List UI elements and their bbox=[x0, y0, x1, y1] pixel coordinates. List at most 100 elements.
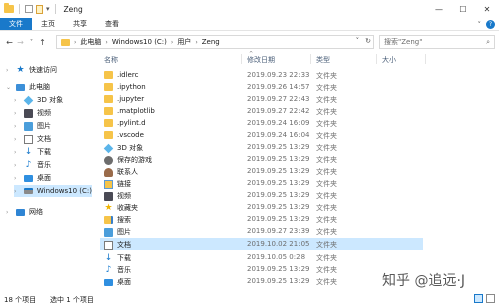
navigation-pane: › ★ 快速访问 ⌄ 此电脑 › 3D 对象 › 视频 › 图片 › 文档 › … bbox=[0, 56, 95, 288]
tab-home[interactable]: 主页 bbox=[32, 18, 64, 30]
close-button[interactable]: ✕ bbox=[475, 0, 499, 18]
sidebar-item-label: Windows10 (C:) bbox=[36, 187, 92, 195]
chevron-right-icon[interactable]: › bbox=[6, 209, 12, 216]
column-divider[interactable] bbox=[241, 54, 242, 64]
sidebar-item-label: 音乐 bbox=[37, 161, 51, 169]
table-row[interactable]: 链接 2019.09.25 13:29 文件夹 bbox=[100, 177, 423, 189]
chevron-right-icon[interactable]: › bbox=[14, 97, 20, 104]
chevron-right-icon[interactable]: › bbox=[6, 67, 12, 74]
view-toggle-group bbox=[474, 294, 495, 303]
table-row[interactable]: .ipython 2019.09.26 14:57 文件夹 bbox=[100, 81, 423, 93]
sidebar-item-videos[interactable]: › 视频 bbox=[14, 107, 92, 119]
back-button[interactable]: ← bbox=[4, 38, 15, 47]
breadcrumb-zeng[interactable]: Zeng bbox=[202, 38, 220, 46]
sidebar-item-3d-objects[interactable]: › 3D 对象 bbox=[14, 94, 92, 106]
table-row[interactable]: 保存的游戏 2019.09.25 13:29 文件夹 bbox=[100, 153, 423, 165]
file-date: 2019.09.24 16:09 bbox=[247, 119, 310, 127]
file-type: 文件夹 bbox=[316, 192, 337, 200]
column-header-size[interactable]: 大小 bbox=[382, 55, 396, 65]
file-name: 搜索 bbox=[117, 216, 131, 224]
desktop-icon bbox=[104, 278, 113, 286]
details-view-icon[interactable] bbox=[474, 294, 483, 303]
table-row[interactable]: 搜索 2019.09.25 13:29 文件夹 bbox=[100, 213, 423, 225]
file-type: 文件夹 bbox=[316, 120, 337, 128]
new-folder-icon[interactable] bbox=[36, 4, 43, 14]
refresh-icon[interactable]: ↻ bbox=[365, 37, 371, 45]
table-row[interactable]: .idlerc 2019.09.23 22:33 文件夹 bbox=[100, 69, 423, 81]
table-row[interactable]: .matplotlib 2019.09.27 22:42 文件夹 bbox=[100, 105, 423, 117]
chevron-right-icon[interactable]: › bbox=[14, 110, 20, 117]
table-row-selected[interactable]: 文档 2019.10.02 21:05 文件夹 bbox=[100, 238, 423, 250]
table-row[interactable]: .jupyter 2019.09.27 22:43 文件夹 bbox=[100, 93, 423, 105]
breadcrumb-users[interactable]: 用户 bbox=[177, 37, 191, 47]
column-header-date[interactable]: 修改日期 bbox=[247, 55, 275, 65]
window-controls: — ☐ ✕ bbox=[427, 0, 499, 18]
sidebar-item-this-pc[interactable]: ⌄ 此电脑 bbox=[6, 81, 92, 93]
address-bar[interactable]: › 此电脑 › Windows10 (C:) › 用户 › Zeng ˅ ↻ bbox=[56, 35, 374, 49]
customize-toolbar-chevron-icon[interactable]: ▾ bbox=[46, 5, 50, 13]
recent-locations-chevron-icon[interactable]: ˅ bbox=[26, 39, 37, 46]
sidebar-item-desktop[interactable]: › 桌面 bbox=[14, 172, 92, 184]
tab-file[interactable]: 文件 bbox=[0, 18, 32, 30]
large-icons-view-icon[interactable] bbox=[486, 294, 495, 303]
file-date: 2019.09.24 16:04 bbox=[247, 131, 310, 139]
music-icon: ♪ bbox=[105, 264, 112, 275]
saved-games-icon bbox=[104, 155, 113, 165]
file-type: 文件夹 bbox=[316, 108, 337, 116]
search-placeholder: 搜索"Zeng" bbox=[384, 38, 423, 46]
table-row[interactable]: 桌面 2019.09.25 13:29 文件夹 bbox=[100, 275, 423, 287]
sidebar-item-network[interactable]: › 网络 bbox=[6, 206, 92, 218]
sidebar-item-windows-drive[interactable]: › Windows10 (C:) bbox=[14, 185, 92, 197]
column-header-type[interactable]: 类型 bbox=[316, 55, 330, 65]
sidebar-item-label: 下载 bbox=[37, 148, 51, 156]
help-icon[interactable]: ? bbox=[486, 20, 495, 29]
chevron-right-icon[interactable]: › bbox=[14, 149, 20, 156]
table-row[interactable]: 视频 2019.09.25 13:29 文件夹 bbox=[100, 189, 423, 201]
chevron-right-icon[interactable]: › bbox=[14, 188, 20, 195]
file-date: 2019.09.25 13:29 bbox=[247, 143, 310, 151]
file-name: .idlerc bbox=[117, 71, 139, 79]
breadcrumb-drive[interactable]: Windows10 (C:) bbox=[112, 38, 167, 46]
table-row[interactable]: ↓ 下载 2019.10.05 0:28 文件夹 bbox=[100, 251, 423, 263]
table-row[interactable]: 联系人 2019.09.25 13:29 文件夹 bbox=[100, 165, 423, 177]
column-divider[interactable] bbox=[310, 54, 311, 64]
breadcrumb-this-pc[interactable]: 此电脑 bbox=[80, 37, 101, 47]
sidebar-item-downloads[interactable]: › ↓ 下载 bbox=[14, 146, 92, 158]
address-dropdown-chevron-icon[interactable]: ˅ bbox=[356, 37, 360, 45]
tab-share[interactable]: 共享 bbox=[64, 18, 96, 30]
sidebar-item-documents[interactable]: › 文档 bbox=[14, 133, 92, 145]
column-divider[interactable] bbox=[425, 54, 426, 64]
table-row[interactable]: ★ 收藏夹 2019.09.25 13:29 文件夹 bbox=[100, 201, 423, 213]
table-row[interactable]: 3D 对象 2019.09.25 13:29 文件夹 bbox=[100, 141, 423, 153]
folder-icon bbox=[104, 95, 113, 103]
minimize-button[interactable]: — bbox=[427, 0, 451, 18]
chevron-right-icon[interactable]: › bbox=[14, 175, 20, 182]
file-date: 2019.09.27 22:43 bbox=[247, 95, 310, 103]
chevron-right-icon[interactable]: › bbox=[14, 162, 20, 169]
table-row[interactable]: 图片 2019.09.27 23:39 文件夹 bbox=[100, 225, 423, 237]
sidebar-item-label: 3D 对象 bbox=[37, 96, 64, 104]
up-button[interactable]: ↑ bbox=[37, 38, 48, 47]
search-icon[interactable]: ⌕ bbox=[486, 38, 490, 47]
maximize-button[interactable]: ☐ bbox=[451, 0, 475, 18]
column-divider[interactable] bbox=[376, 54, 377, 64]
table-row[interactable]: .pylint.d 2019.09.24 16:09 文件夹 bbox=[100, 117, 423, 129]
properties-icon[interactable] bbox=[25, 5, 33, 13]
tab-view[interactable]: 查看 bbox=[96, 18, 128, 30]
forward-button[interactable]: → bbox=[15, 38, 26, 47]
chevron-down-icon[interactable]: ⌄ bbox=[6, 84, 12, 91]
table-row[interactable]: .vscode 2019.09.24 16:04 文件夹 bbox=[100, 129, 423, 141]
expand-ribbon-chevron-icon[interactable]: ˅ bbox=[478, 21, 482, 29]
sidebar-item-music[interactable]: › ♪ 音乐 bbox=[14, 159, 92, 171]
chevron-right-icon[interactable]: › bbox=[14, 123, 20, 130]
sidebar-item-pictures[interactable]: › 图片 bbox=[14, 120, 92, 132]
chevron-right-icon[interactable]: › bbox=[14, 136, 20, 143]
table-row[interactable]: ♪ 音乐 2019.09.25 13:29 文件夹 bbox=[100, 263, 423, 275]
file-type: 文件夹 bbox=[316, 96, 337, 104]
file-type: 文件夹 bbox=[316, 168, 337, 176]
column-header-name[interactable]: 名称 bbox=[104, 55, 118, 65]
search-input[interactable]: 搜索"Zeng" ⌕ bbox=[379, 35, 495, 49]
chevron-right-icon: › bbox=[105, 38, 108, 46]
file-date: 2019.09.25 13:29 bbox=[247, 277, 310, 285]
sidebar-item-quick-access[interactable]: › ★ 快速访问 bbox=[6, 64, 92, 76]
